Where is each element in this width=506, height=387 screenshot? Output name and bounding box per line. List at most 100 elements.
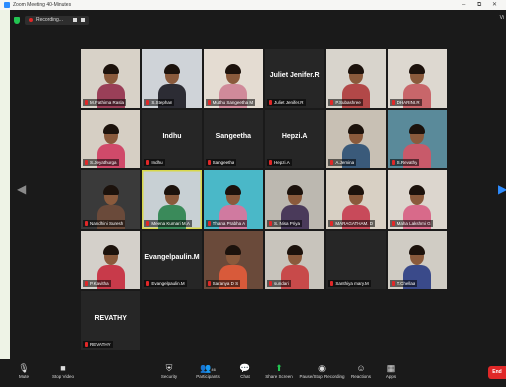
meeting-toolbar: 🎙 Mute ■ Stop Video ⛨ Security 👥46 Parti… — [0, 359, 506, 387]
participant-tile[interactable]: S.Stephan — [142, 49, 202, 108]
muted-mic-icon — [85, 341, 88, 347]
muted-mic-icon — [146, 281, 150, 287]
participant-name: S.Revathy — [396, 160, 418, 166]
participant-tile[interactable]: Maha Lakshmi G — [387, 170, 447, 229]
participant-name-tag: Meena Kumari M.A — [144, 219, 192, 227]
participant-name: M.Fathima Rasla — [90, 99, 125, 105]
muted-mic-icon — [268, 220, 272, 226]
muted-mic-icon — [146, 99, 150, 105]
pause-recording-icon[interactable] — [72, 18, 77, 22]
participant-tile[interactable]: A.Jemina — [326, 109, 386, 169]
participant-tile[interactable]: sundari — [264, 230, 325, 290]
participant-tile[interactable]: Nandhini Suresh — [81, 170, 141, 229]
participant-name-tag: A.Jemina — [328, 159, 357, 167]
participant-display-name: Evangelpaulin.M — [144, 254, 200, 262]
muted-mic-icon — [268, 99, 272, 105]
participant-tile[interactable]: Sangeetha Sangeetha — [203, 109, 263, 169]
participant-tile[interactable]: Meena Kumari M.A — [142, 170, 202, 229]
participant-name: S.Jeyathurga — [90, 160, 117, 166]
view-button[interactable]: Vi — [500, 15, 504, 21]
participant-name-tag: Sangeetha — [205, 159, 237, 167]
participant-name: Hepzi.A — [273, 160, 290, 166]
participant-name: T.Chellaa — [396, 281, 416, 287]
muted-mic-icon — [146, 160, 150, 166]
participant-name: Indhu — [151, 160, 163, 166]
muted-mic-icon — [207, 281, 211, 287]
participant-tile[interactable]: Saranya D S — [203, 230, 263, 290]
participant-tile[interactable]: M.Fathima Rasla — [81, 49, 141, 108]
participant-name: P.Kavitha — [90, 281, 109, 287]
muted-mic-icon — [330, 160, 334, 166]
prev-page-icon[interactable]: ◀ — [17, 182, 26, 196]
zoom-logo-icon — [4, 2, 10, 8]
participant-tile[interactable]: REVATHY REVATHY — [81, 291, 141, 350]
participant-name-tag: Nandhini Suresh — [83, 219, 126, 227]
participant-name-tag: Maha Lakshmi G — [389, 219, 433, 227]
minimize-icon[interactable]: – — [462, 1, 465, 9]
participant-tile[interactable]: Evangelpaulin.M Evangelpaulin.M — [142, 230, 202, 290]
shield-icon[interactable] — [14, 16, 20, 24]
participant-tile[interactable]: P.Subashree — [326, 49, 386, 108]
participant-name-tag: Muthu Sangeetha M — [205, 98, 256, 106]
muted-mic-icon — [330, 99, 334, 105]
participant-name-tag: Juliet Jenifer.R — [266, 98, 306, 106]
participant-name: Evangelpaulin.M — [151, 281, 185, 287]
muted-mic-icon — [146, 220, 150, 226]
participant-name-tag: sundari — [266, 280, 291, 288]
participant-tile[interactable]: Thana Prabha A — [203, 170, 263, 229]
muted-mic-icon — [85, 281, 88, 287]
participant-tile[interactable]: S.Revathy — [387, 109, 447, 169]
restore-icon[interactable]: ⧉ — [477, 1, 481, 9]
participant-name-tag: P.Subashree — [328, 98, 363, 106]
muted-mic-icon — [391, 220, 395, 226]
recording-label: Recording... — [36, 17, 63, 23]
participant-tile[interactable]: MARAGATHAM. D — [326, 170, 386, 229]
participant-name-tag: Saranya D S — [205, 280, 241, 288]
participant-tile[interactable]: Indhu Indhu — [142, 109, 202, 169]
participant-tile[interactable]: S.Jeyathurga — [81, 109, 141, 169]
close-icon[interactable]: ✕ — [492, 1, 497, 9]
video-camera-icon: ■ — [60, 363, 66, 373]
participant-display-name: Indhu — [162, 133, 182, 141]
stop-video-button[interactable]: ■ Stop Video — [38, 362, 88, 379]
participant-tile[interactable]: Juliet Jenifer.R Juliet Jenifer.R — [264, 49, 325, 108]
participant-name: sundari — [273, 281, 289, 287]
muted-mic-icon — [207, 160, 211, 166]
participant-display-name: Sangeetha — [215, 133, 252, 141]
next-page-icon[interactable]: ▶ — [498, 182, 506, 196]
gallery-grid: M.Fathima Rasla S.Stephan Muthu Sangeetha … — [81, 49, 447, 350]
muted-mic-icon — [268, 281, 272, 287]
participant-name: Muthu Sangeetha M — [212, 99, 254, 105]
participant-tile[interactable]: Hepzi.A Hepzi.A — [264, 109, 325, 169]
participant-name: REVATHY — [90, 341, 111, 347]
end-button[interactable]: End — [488, 366, 506, 379]
participant-name-tag: S.Stephan — [144, 98, 175, 106]
muted-mic-icon — [330, 220, 334, 226]
muted-mic-icon — [85, 160, 88, 166]
participant-tile[interactable]: T.Chellaa — [387, 230, 447, 290]
recording-indicator: Recording... — [25, 15, 89, 25]
muted-mic-icon — [391, 99, 395, 105]
participant-tile[interactable]: P.Kavitha — [81, 230, 141, 290]
participant-name: DHARINI.R — [396, 99, 420, 105]
participant-name: Santhiya mary.M — [335, 281, 369, 287]
apps-button[interactable]: ▦ Apps — [366, 362, 416, 379]
muted-mic-icon — [85, 99, 88, 105]
participant-tile[interactable]: Santhiya mary.M — [326, 230, 386, 290]
participant-name: Nandhini Suresh — [90, 220, 124, 226]
participant-name: Sangeetha — [212, 160, 235, 166]
participant-tile[interactable]: DHARINI.R — [387, 49, 447, 108]
participant-display-name: Hepzi.A — [281, 133, 308, 141]
participant-tile[interactable]: Muthu Sangeetha M — [203, 49, 263, 108]
stop-recording-icon[interactable] — [80, 18, 85, 22]
record-dot-icon — [29, 18, 33, 22]
participant-name-tag: P.Kavitha — [83, 280, 111, 288]
participant-name: S. Nisa Priya — [273, 220, 300, 226]
muted-mic-icon — [330, 281, 334, 287]
participant-name-tag: Hepzi.A — [266, 159, 292, 167]
participant-name-tag: S. Nisa Priya — [266, 219, 302, 227]
participant-name: Meena Kumari M.A — [151, 220, 190, 226]
participant-name-tag: Evangelpaulin.M — [144, 280, 187, 288]
participant-tile[interactable]: S. Nisa Priya — [264, 170, 325, 229]
apps-label: Apps — [385, 374, 397, 379]
